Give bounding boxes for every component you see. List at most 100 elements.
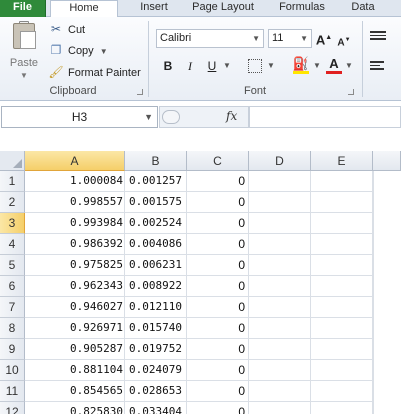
cell-d5[interactable] [249,255,311,276]
cell-d11[interactable] [249,381,311,402]
cell-e5[interactable] [311,255,373,276]
italic-button[interactable]: I [182,57,198,75]
grow-font-button[interactable]: A▲ [315,29,333,47]
chevron-down-icon[interactable]: ▼ [144,107,153,127]
cell-e6[interactable] [311,276,373,297]
formula-bar-resize-handle[interactable] [162,110,180,124]
cell-b1[interactable]: 0.001257 [125,171,187,192]
bold-button[interactable]: B [160,57,176,75]
cell-e9[interactable] [311,339,373,360]
font-name-select[interactable]: Calibri ▼ [156,29,264,48]
insert-function-icon[interactable]: fx [226,109,237,123]
cell-e7[interactable] [311,297,373,318]
cell-e3[interactable] [311,213,373,234]
cell-e10[interactable] [311,360,373,381]
cell-d12[interactable] [249,402,311,414]
cell-c8[interactable]: 0 [187,318,249,339]
cell-c5[interactable]: 0 [187,255,249,276]
row-header[interactable]: 7 [0,297,25,318]
cell-b5[interactable]: 0.006231 [125,255,187,276]
tab-formulas[interactable]: Formulas [272,0,332,17]
cell-d2[interactable] [249,192,311,213]
cell-a5[interactable]: 0.975825 [25,255,125,276]
select-all-corner[interactable] [0,151,25,171]
cell-a10[interactable]: 0.881104 [25,360,125,381]
borders-icon[interactable] [248,59,262,73]
cell-c3[interactable]: 0 [187,213,249,234]
column-header-c[interactable]: C [187,151,249,171]
column-header-a[interactable]: A [25,151,125,171]
cell-a2[interactable]: 0.998557 [25,192,125,213]
shrink-font-button[interactable]: A▼ [336,31,352,49]
align-left-icon[interactable] [370,59,386,73]
cell-e4[interactable] [311,234,373,255]
format-painter-button[interactable]: 🖌 Format Painter [48,63,140,81]
cell-c11[interactable]: 0 [187,381,249,402]
fill-color-button[interactable]: ⛽ [292,55,310,74]
cell-d9[interactable] [249,339,311,360]
cell-d10[interactable] [249,360,311,381]
cell-c4[interactable]: 0 [187,234,249,255]
chevron-down-icon[interactable]: ▼ [252,30,260,47]
cell-b9[interactable]: 0.019752 [125,339,187,360]
cell-d3[interactable] [249,213,311,234]
chevron-down-icon[interactable]: ▼ [312,57,322,75]
cell-e12[interactable] [311,402,373,414]
tab-page-layout[interactable]: Page Layout [184,0,262,17]
cell-b4[interactable]: 0.004086 [125,234,187,255]
spreadsheet-grid[interactable]: A B C D E 1 1.000084 0.001257 0 2 0.998557 0.001575… [0,151,401,414]
cell-d6[interactable] [249,276,311,297]
cell-c12[interactable]: 0 [187,402,249,414]
chevron-down-icon[interactable]: ▼ [222,57,232,75]
cell-c9[interactable]: 0 [187,339,249,360]
cell-b3[interactable]: 0.002524 [125,213,187,234]
cell-d7[interactable] [249,297,311,318]
copy-button[interactable]: ❐ Copy ▼ [48,41,108,59]
row-header[interactable]: 9 [0,339,25,360]
tab-home[interactable]: Home [50,0,118,18]
cell-e1[interactable] [311,171,373,192]
row-header[interactable]: 5 [0,255,25,276]
cell-a9[interactable]: 0.905287 [25,339,125,360]
cell-e11[interactable] [311,381,373,402]
chevron-down-icon[interactable]: ▼ [300,30,308,47]
row-header[interactable]: 11 [0,381,25,402]
cell-c6[interactable]: 0 [187,276,249,297]
cell-e2[interactable] [311,192,373,213]
chevron-down-icon[interactable]: ▼ [20,71,28,80]
cell-b7[interactable]: 0.012110 [125,297,187,318]
tab-data[interactable]: Data [348,0,378,17]
cell-c1[interactable]: 0 [187,171,249,192]
column-header-e[interactable]: E [311,151,373,171]
row-header[interactable]: 2 [0,192,25,213]
name-box[interactable]: H3 ▼ [1,106,158,128]
cell-b6[interactable]: 0.008922 [125,276,187,297]
cell-b10[interactable]: 0.024079 [125,360,187,381]
cut-button[interactable]: ✂ Cut [48,20,85,38]
font-size-select[interactable]: 11 ▼ [268,29,312,48]
font-color-button[interactable]: A [326,55,342,74]
cell-c7[interactable]: 0 [187,297,249,318]
cell-a4[interactable]: 0.986392 [25,234,125,255]
column-header-f[interactable] [373,151,401,171]
cell-d4[interactable] [249,234,311,255]
cell-d8[interactable] [249,318,311,339]
cell-a1[interactable]: 1.000084 [25,171,125,192]
cell-a12[interactable]: 0.825830 [25,402,125,414]
row-header[interactable]: 3 [0,213,25,234]
cell-a11[interactable]: 0.854565 [25,381,125,402]
chevron-down-icon[interactable]: ▼ [100,47,108,56]
tab-file[interactable]: File [0,0,46,17]
clipboard-dialog-launcher-icon[interactable] [137,89,143,95]
chevron-down-icon[interactable]: ▼ [266,57,276,75]
cell-a7[interactable]: 0.946027 [25,297,125,318]
cell-b12[interactable]: 0.033404 [125,402,187,414]
align-top-icon[interactable] [370,29,386,43]
row-header[interactable]: 1 [0,171,25,192]
chevron-down-icon[interactable]: ▼ [344,57,354,75]
row-header[interactable]: 8 [0,318,25,339]
underline-button[interactable]: U [204,57,220,75]
cell-e8[interactable] [311,318,373,339]
cell-a3[interactable]: 0.993984 [25,213,125,234]
row-header[interactable]: 4 [0,234,25,255]
